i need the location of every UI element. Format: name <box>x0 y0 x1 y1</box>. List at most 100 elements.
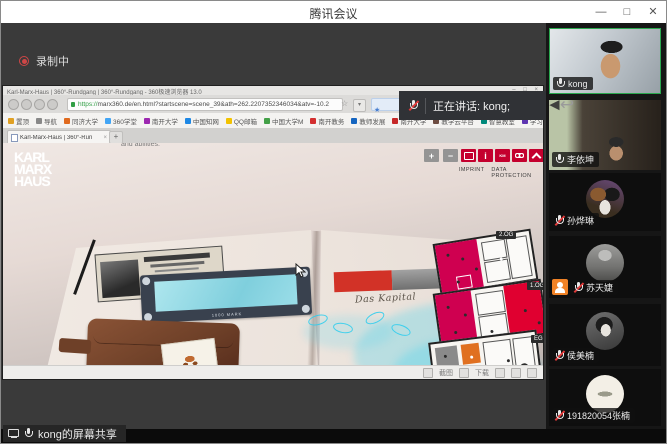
recording-label: 录制中 <box>36 53 69 69</box>
status-icon[interactable] <box>511 368 521 378</box>
meeting-window: 腾讯会议 — □ ✕ 录制中 Karl-Marx-Haus | 360°-Run… <box>0 0 667 444</box>
tab-title: Karl-Marx-Haus | 360°-Run <box>20 135 101 141</box>
tour-caption: and abilities. <box>121 143 160 148</box>
bookmark-item[interactable]: 教师发展 <box>351 116 385 126</box>
bookmark-item[interactable]: QQ邮箱 <box>226 116 257 126</box>
avatar <box>586 244 624 282</box>
status-icon[interactable] <box>495 368 505 378</box>
mic-muted-icon <box>409 100 418 111</box>
record-icon <box>19 56 29 66</box>
url-bar[interactable]: https:// marx360.de/en.html?startscene=s… <box>67 98 343 111</box>
speaking-indicator: 正在讲话: kong; <box>399 91 546 120</box>
favicon <box>8 118 14 124</box>
data-protection-link[interactable]: DATA PROTECTION <box>491 167 543 179</box>
bookmark-item[interactable]: 导航 <box>36 116 57 126</box>
status-item[interactable]: 下载 <box>475 368 489 378</box>
shared-browser-window: Karl-Marx-Haus | 360°-Rundgang | 360°-Ru… <box>3 86 543 379</box>
gallery-icon <box>464 152 474 160</box>
vr-button[interactable] <box>512 149 527 162</box>
participant-tile-kong[interactable]: kong <box>549 28 661 94</box>
mic-muted-icon <box>555 350 564 361</box>
participant-name-chip: 李依坤 <box>552 152 599 167</box>
participant-name-chip: 191820054张楠 <box>552 408 635 423</box>
vr-goggles-icon <box>515 153 524 158</box>
floor-label-1og: 1.OG <box>527 282 543 290</box>
participants-sidebar: kong 李依坤 孙烨琳 苏天婕 <box>546 23 667 429</box>
close-button[interactable]: ✕ <box>640 1 666 23</box>
wallet-strap <box>59 338 92 354</box>
home-icon[interactable] <box>47 99 58 110</box>
floor-label-2og: 2.OG <box>496 231 516 239</box>
banknote-video-area <box>154 274 297 311</box>
monitor-icon <box>8 429 19 438</box>
favicon <box>64 118 70 124</box>
annotation-arrows[interactable]: ◄ ↩ <box>546 96 574 113</box>
title-bar: 腾讯会议 — □ ✕ <box>1 1 666 24</box>
info-button[interactable]: i <box>478 149 493 162</box>
avatar <box>586 312 624 350</box>
url-text: marx360.de/en.html?startscene=scene_39&a… <box>98 101 329 108</box>
favicon <box>185 118 191 124</box>
banknote-screen[interactable]: 1000 MARK <box>140 267 312 324</box>
forward-icon[interactable] <box>21 99 32 110</box>
mic-muted-icon <box>555 410 564 421</box>
favicon <box>105 118 111 124</box>
recording-indicator: 录制中 <box>19 53 69 69</box>
zoom-out-button[interactable]: − <box>443 149 458 162</box>
favicon <box>226 118 232 124</box>
url-dropdown-icon[interactable]: ▾ <box>353 99 366 112</box>
screen-share-stage: 录制中 Karl-Marx-Haus | 360°-Rundgang | 360… <box>1 23 546 429</box>
screen-share-chip: kong的屏幕共享 <box>3 425 126 442</box>
karl-marx-haus-logo: KARL MARX HAUS <box>14 151 51 187</box>
gallery-button[interactable] <box>461 149 476 162</box>
lock-icon <box>71 102 75 107</box>
refresh-icon[interactable] <box>34 99 45 110</box>
minimize-button[interactable]: — <box>588 1 614 23</box>
window-title: 腾讯会议 <box>1 5 666 22</box>
mic-on-icon <box>556 78 565 89</box>
participant-tile-5[interactable]: 侯美楠 <box>549 304 661 366</box>
tab-close-icon[interactable]: × <box>103 135 107 141</box>
participant-tile-4[interactable]: 苏天婕 <box>549 236 661 298</box>
participant-tile-6[interactable]: 191820054张楠 <box>549 369 661 426</box>
kmh-logo-button[interactable]: KM <box>495 149 510 162</box>
bookmark-star-icon[interactable]: ☆ <box>341 99 348 108</box>
bookmark-item[interactable]: 中国知网 <box>185 116 219 126</box>
browser-status-bar: 截图 下载 <box>3 365 543 379</box>
back-icon[interactable] <box>8 99 19 110</box>
status-item[interactable]: 截图 <box>439 368 453 378</box>
participant-tile-3[interactable]: 孙烨琳 <box>549 173 661 231</box>
bookmark-item[interactable]: 南开大学 <box>144 116 178 126</box>
bookmark-item[interactable]: 同济大学 <box>64 116 98 126</box>
tab-karl-marx-haus[interactable]: Karl-Marx-Haus | 360°-Run × <box>7 130 111 144</box>
speaking-label: 正在讲话: kong; <box>433 98 510 114</box>
maximize-button[interactable]: □ <box>614 1 640 23</box>
floor-label-eg: EG <box>531 335 543 343</box>
participant-name-chip: 侯美楠 <box>552 348 599 363</box>
avatar <box>586 180 624 218</box>
status-icon[interactable] <box>423 368 433 378</box>
favicon <box>392 118 398 124</box>
url-scheme: https:// <box>78 101 98 108</box>
mouse-cursor <box>295 263 306 278</box>
status-icon[interactable] <box>459 368 469 378</box>
bookmark-item[interactable]: 中国大学M <box>264 116 303 126</box>
zoom-in-button[interactable]: + <box>424 149 439 162</box>
bookmark-item[interactable]: 置顶 <box>8 116 29 126</box>
mic-muted-icon <box>574 282 583 293</box>
banner-red-block <box>334 270 393 292</box>
mic-on-icon <box>555 154 564 165</box>
bookmark-item[interactable]: 360学堂 <box>105 116 137 126</box>
collapse-controls-button[interactable] <box>529 149 543 162</box>
bottom-bar: kong的屏幕共享 <box>1 429 666 443</box>
favicon <box>351 118 357 124</box>
status-icon[interactable] <box>527 368 537 378</box>
chevron-up-icon <box>532 152 542 162</box>
mic-small-icon <box>24 428 33 439</box>
legal-links: IMPRINT DATA PROTECTION <box>459 167 543 179</box>
undo-arrow-icon[interactable]: ↩ <box>560 96 574 113</box>
bookmark-item[interactable]: 南开教务 <box>310 116 344 126</box>
tour-viewport[interactable]: and abilities. KARL MARX HAUS + − i KM I… <box>3 143 543 365</box>
imprint-link[interactable]: IMPRINT <box>459 167 484 179</box>
tab-bar: Karl-Marx-Haus | 360°-Run × + <box>3 128 543 143</box>
